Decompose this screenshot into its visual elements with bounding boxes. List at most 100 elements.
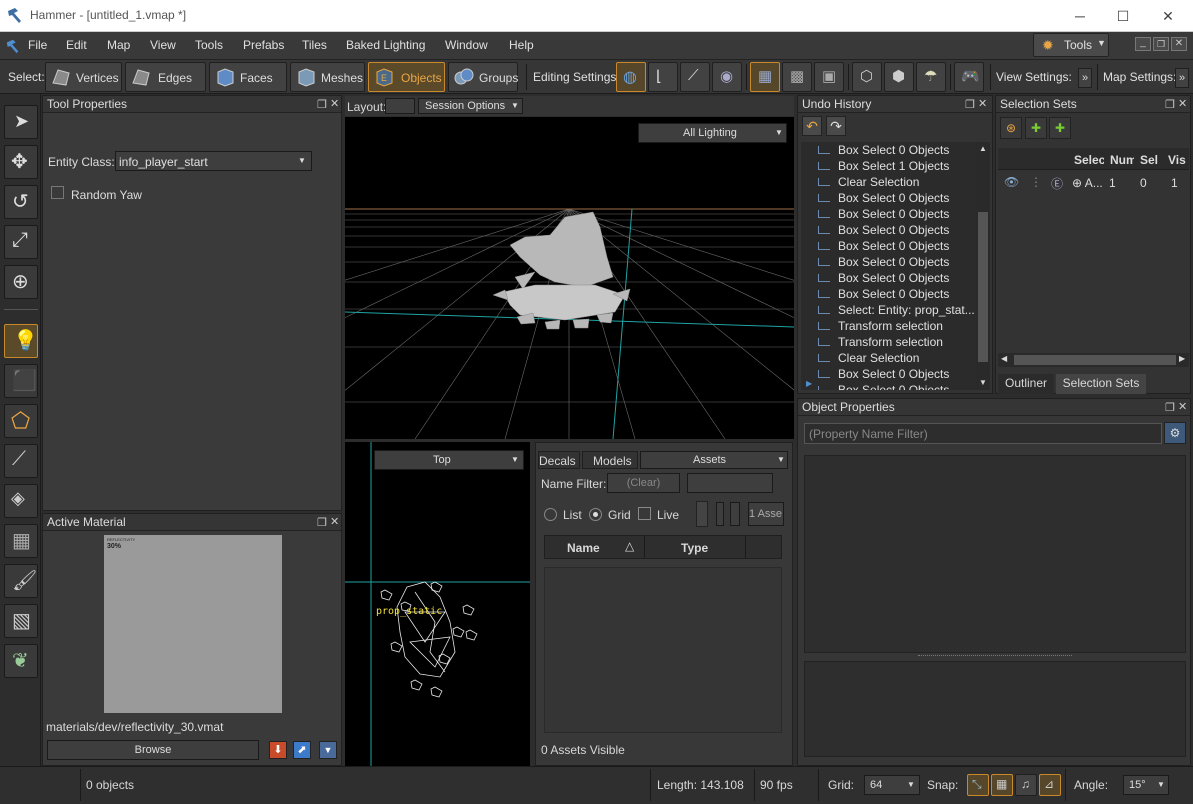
foliage-tool-button[interactable]: ❦ <box>4 644 38 678</box>
snap-grid-button[interactable]: ⤡ <box>967 774 989 796</box>
undo-history-item[interactable]: Box Select 0 Objects <box>801 254 976 270</box>
polygon-tool-button[interactable]: ⬠ <box>4 404 38 438</box>
undo-button[interactable]: ↶ <box>802 116 822 136</box>
menu-prefabs[interactable]: Prefabs <box>243 38 284 52</box>
undo-history-item[interactable]: Box Select 0 Objects <box>801 270 976 286</box>
undo-history-item[interactable]: Transform selection <box>801 318 976 334</box>
panel-close-icon[interactable]: ✕ <box>330 97 339 110</box>
texture-scale-button[interactable]: ▩ <box>782 62 812 92</box>
undo-history-item[interactable]: Box Select 0 Objects <box>801 286 976 302</box>
panel-float-icon[interactable]: ❐ <box>965 98 975 111</box>
dock-close-button[interactable]: ✕ <box>1171 37 1187 51</box>
undo-history-item[interactable]: Clear Selection <box>801 350 976 366</box>
undo-history-item[interactable]: Box Select 0 Objects <box>801 206 976 222</box>
select-edges-button[interactable]: Edges <box>125 62 206 92</box>
splitter-handle[interactable] <box>918 655 1072 658</box>
selection-set-row[interactable]: 👁 ⋮ Ⓔ ⊕ A... 1 0 1 <box>998 174 1189 192</box>
menu-file[interactable]: File <box>28 38 47 52</box>
list-radio[interactable] <box>544 508 557 521</box>
random-yaw-checkbox[interactable] <box>51 186 64 199</box>
lighting-preview-button[interactable]: ☂ <box>916 62 946 92</box>
scrollbar-thumb[interactable] <box>978 212 988 362</box>
texture-lock-button[interactable]: ▦ <box>750 62 780 92</box>
select-hidden-button[interactable]: ⬢ <box>884 62 914 92</box>
maximize-button[interactable]: ☐ <box>1113 6 1133 26</box>
angle-snap-select[interactable]: 15° ▼ <box>1123 775 1169 795</box>
panel-float-icon[interactable]: ❐ <box>317 98 327 111</box>
panel-float-icon[interactable]: ❐ <box>1165 401 1175 414</box>
clipping-tool-button[interactable]: ⟋ <box>4 444 38 478</box>
menu-help[interactable]: Help <box>509 38 534 52</box>
lock-icon[interactable]: ⋮ <box>1030 175 1042 189</box>
session-options-button[interactable]: Session Options ▼ <box>418 98 523 114</box>
apply-material-button[interactable]: ⬇ <box>269 741 287 759</box>
clear-filter-button[interactable]: (Clear) <box>607 473 680 493</box>
panel-float-icon[interactable]: ❐ <box>1165 98 1175 111</box>
snap-edge-button[interactable]: ♫ <box>1015 774 1037 796</box>
undo-history-item[interactable]: Clear Selection <box>801 174 976 190</box>
undo-history-item[interactable]: Box Select 0 Objects <box>801 238 976 254</box>
panel-float-icon[interactable]: ❐ <box>317 516 327 529</box>
menu-baked-lighting[interactable]: Baked Lighting <box>346 38 425 52</box>
snap-vertex-button[interactable]: ▦ <box>991 774 1013 796</box>
game-mode-button[interactable]: 🎮 <box>954 62 984 92</box>
pivot-tool-button[interactable]: ⊕ <box>4 265 38 299</box>
menu-map[interactable]: Map <box>107 38 130 52</box>
material-options-button[interactable]: ▼ <box>319 741 337 759</box>
sets-horizontal-scrollbar[interactable]: ◀ ▶ <box>998 353 1189 367</box>
orientation-button[interactable]: ◉ <box>712 62 742 92</box>
tab-models[interactable]: Models <box>582 451 638 469</box>
select-vertices-button[interactable]: Vertices <box>45 62 122 92</box>
menu-view[interactable]: View <box>150 38 176 52</box>
material-tool-button[interactable]: ▦ <box>4 524 38 558</box>
menu-window[interactable]: Window <box>445 38 488 52</box>
thumbnail-size-slider[interactable] <box>696 501 708 527</box>
terrain-tool-button[interactable]: ▧ <box>4 604 38 638</box>
panel-close-icon[interactable]: ✕ <box>1178 97 1187 110</box>
undo-history-item[interactable]: Box Select 0 Objects <box>801 190 976 206</box>
tab-selection-sets[interactable]: Selection Sets <box>1056 374 1146 394</box>
rotate-tool-button[interactable]: ↺ <box>4 185 38 219</box>
undo-history-item[interactable]: Box Select 0 Objects <box>801 142 976 158</box>
column-vis-header[interactable]: Vis <box>1168 153 1188 167</box>
property-settings-button[interactable]: ⚙ <box>1164 422 1186 444</box>
pick-material-button[interactable]: ⬈ <box>293 741 311 759</box>
axis-local-button[interactable]: ⌊ <box>648 62 678 92</box>
edit-pivot-button[interactable]: ⟋ <box>680 62 710 92</box>
select-through-button[interactable]: ⬡ <box>852 62 882 92</box>
redo-button[interactable]: ↷ <box>826 116 846 136</box>
property-filter-input[interactable]: (Property Name Filter) <box>804 423 1162 444</box>
scroll-down-icon[interactable]: ▼ <box>979 378 987 387</box>
tab-assets[interactable]: Assets ▼ <box>640 451 788 469</box>
close-button[interactable]: ✕ <box>1158 6 1178 26</box>
undo-history-item[interactable]: Box Select 0 Objects <box>801 222 976 238</box>
scale-tool-button[interactable]: ⤢ <box>4 225 38 259</box>
map-settings-expand-button[interactable]: » <box>1175 68 1189 88</box>
dock-minimize-button[interactable]: _ <box>1135 37 1151 51</box>
new-set-button[interactable]: ⊛ <box>1000 117 1022 139</box>
hammer-menu-icon[interactable] <box>5 38 21 54</box>
undo-history-item[interactable]: Box Select 0 Objects <box>801 382 976 390</box>
undo-history-item[interactable]: Transform selection <box>801 334 976 350</box>
translate-tool-button[interactable]: ✥ <box>4 145 38 179</box>
undo-scrollbar[interactable]: ▲ ▼ <box>976 142 990 390</box>
select-faces-button[interactable]: Faces <box>209 62 287 92</box>
sort-button[interactable] <box>716 502 724 526</box>
undo-history-item[interactable]: Box Select 1 Objects <box>801 158 976 174</box>
dock-restore-button[interactable]: ❐ <box>1153 37 1169 51</box>
menu-tools[interactable]: Tools <box>195 38 223 52</box>
menu-tiles[interactable]: Tiles <box>302 38 327 52</box>
remove-from-set-button[interactable]: ✚ <box>1049 117 1071 139</box>
layout-select[interactable] <box>385 98 415 114</box>
path-tool-button[interactable]: ◈ <box>4 484 38 518</box>
column-select-header[interactable]: Selec <box>1074 153 1104 167</box>
grid-size-select[interactable]: 64 ▼ <box>864 775 920 795</box>
select-meshes-button[interactable]: Meshes <box>290 62 365 92</box>
undo-history-item[interactable]: Box Select 0 Objects <box>801 366 976 382</box>
select-objects-button[interactable]: E Objects <box>368 62 445 92</box>
lighting-mode-select[interactable]: All Lighting ▼ <box>638 123 787 143</box>
add-to-set-button[interactable]: ✚ <box>1025 117 1047 139</box>
name-filter-input[interactable] <box>687 473 773 493</box>
texture-align-button[interactable]: ▣ <box>814 62 844 92</box>
select-groups-button[interactable]: Groups <box>448 62 518 92</box>
